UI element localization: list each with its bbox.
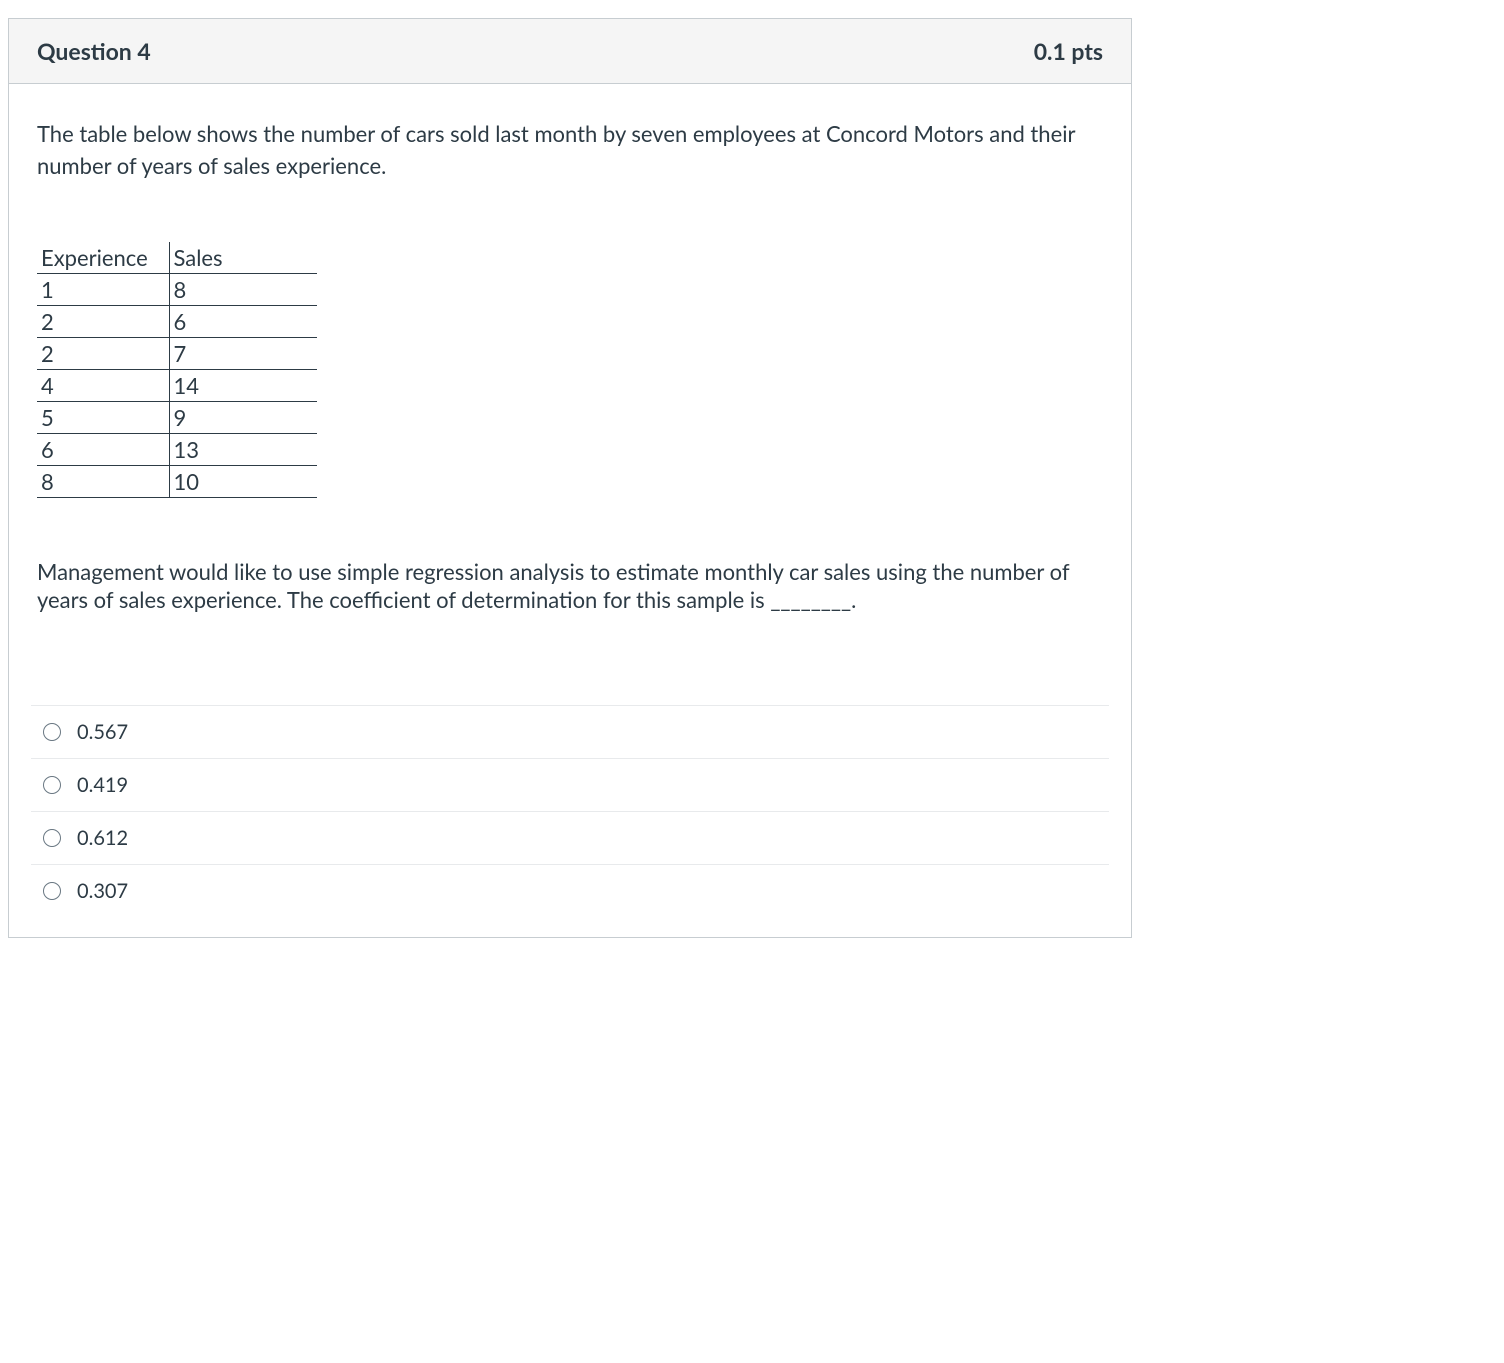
- question-body: The table below shows the number of cars…: [9, 84, 1131, 937]
- cell-experience: 6: [37, 433, 169, 465]
- cell-experience: 2: [37, 337, 169, 369]
- answer-label: 0.567: [77, 720, 1101, 744]
- cell-sales: 13: [169, 433, 317, 465]
- answer-radio[interactable]: [43, 776, 61, 794]
- answer-label: 0.419: [77, 773, 1101, 797]
- answer-label: 0.612: [77, 826, 1101, 850]
- question-points: 0.1 pts: [1034, 37, 1103, 65]
- answer-option[interactable]: 0.612: [31, 812, 1109, 865]
- answer-label: 0.307: [77, 879, 1101, 903]
- table-row: 5 9: [37, 401, 317, 433]
- table-row: 2 7: [37, 337, 317, 369]
- table-header-experience: Experience: [37, 242, 169, 274]
- cell-experience: 2: [37, 305, 169, 337]
- answer-option[interactable]: 0.419: [31, 759, 1109, 812]
- table-row: 6 13: [37, 433, 317, 465]
- table-row: 8 10: [37, 465, 317, 497]
- table-row: 4 14: [37, 369, 317, 401]
- cell-experience: 5: [37, 401, 169, 433]
- question-card: Question 4 0.1 pts The table below shows…: [8, 18, 1132, 938]
- table-row: 2 6: [37, 305, 317, 337]
- cell-sales: 14: [169, 369, 317, 401]
- cell-experience: 8: [37, 465, 169, 497]
- cell-sales: 8: [169, 273, 317, 305]
- answer-radio[interactable]: [43, 829, 61, 847]
- cell-sales: 7: [169, 337, 317, 369]
- table-header-row: Experience Sales: [37, 242, 317, 274]
- cell-experience: 1: [37, 273, 169, 305]
- table-header-sales: Sales: [169, 242, 317, 274]
- cell-sales: 10: [169, 465, 317, 497]
- answer-option[interactable]: 0.567: [31, 705, 1109, 759]
- answer-radio[interactable]: [43, 882, 61, 900]
- cell-sales: 6: [169, 305, 317, 337]
- answer-radio[interactable]: [43, 723, 61, 741]
- cell-sales: 9: [169, 401, 317, 433]
- question-header: Question 4 0.1 pts: [9, 19, 1131, 84]
- question-followup: Management would like to use simple regr…: [37, 558, 1103, 615]
- question-title: Question 4: [37, 37, 151, 65]
- table-row: 1 8: [37, 273, 317, 305]
- answer-list: 0.567 0.419 0.612 0.307: [31, 705, 1109, 917]
- cell-experience: 4: [37, 369, 169, 401]
- answer-option[interactable]: 0.307: [31, 865, 1109, 917]
- question-prompt: The table below shows the number of cars…: [37, 118, 1103, 182]
- data-table: Experience Sales 1 8 2 6 2 7 4: [37, 242, 317, 498]
